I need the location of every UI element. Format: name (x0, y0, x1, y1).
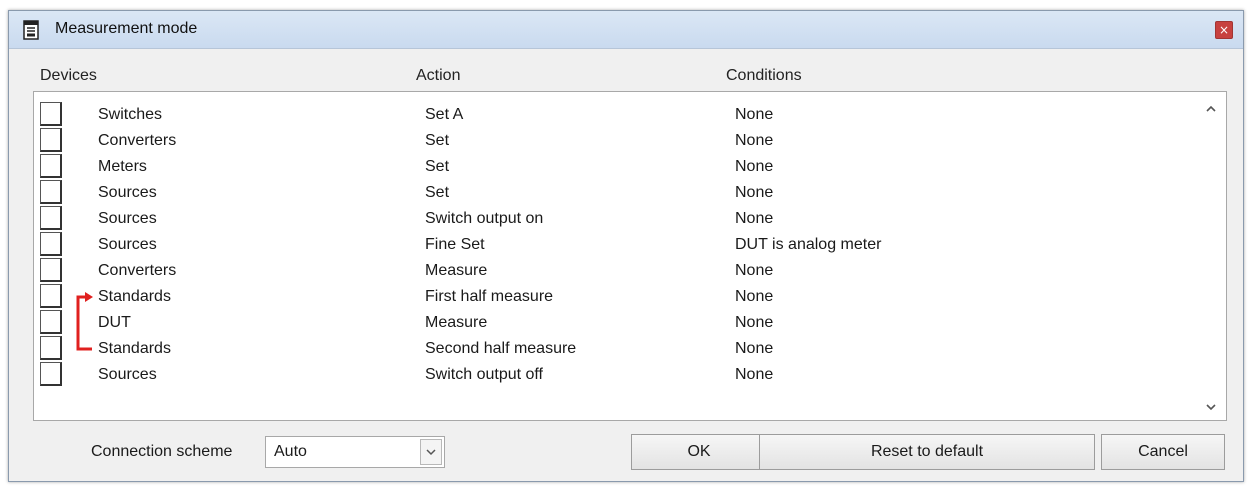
device-cell: Standards (98, 340, 171, 357)
action-cell: Measure (425, 314, 488, 331)
loop-arrow-icon (76, 292, 93, 351)
list-item[interactable]: Converters Set None (34, 128, 1204, 154)
step-checkbox[interactable] (40, 362, 62, 386)
column-header-devices[interactable]: Devices (40, 67, 97, 85)
device-cell: Switches (98, 106, 163, 123)
condition-cell: None (735, 314, 774, 331)
scroll-down-icon[interactable] (1204, 400, 1218, 414)
step-checkbox[interactable] (40, 232, 62, 256)
condition-cell: None (735, 210, 774, 227)
step-checkbox[interactable] (40, 206, 62, 230)
device-cell: Sources (98, 236, 157, 253)
column-header-action[interactable]: Action (416, 67, 460, 85)
action-cell: Set (425, 132, 450, 149)
device-cell: Sources (98, 366, 157, 383)
step-checkbox[interactable] (40, 128, 62, 152)
window-title: Measurement mode (55, 20, 198, 37)
condition-cell: None (735, 184, 774, 201)
action-cell: Second half measure (425, 340, 577, 357)
connection-scheme-select[interactable]: Auto (265, 436, 445, 468)
device-cell: Standards (98, 288, 171, 305)
device-cell: Converters (98, 132, 177, 149)
device-cell: DUT (98, 314, 131, 331)
close-button[interactable]: × (1215, 21, 1233, 39)
condition-cell: None (735, 106, 774, 123)
title-bar: Measurement mode × (9, 11, 1243, 49)
action-cell: First half measure (425, 288, 554, 305)
connection-scheme-value: Auto (274, 443, 307, 460)
chevron-down-icon (426, 449, 436, 456)
device-cell: Sources (98, 210, 157, 227)
connection-scheme-label: Connection scheme (91, 443, 233, 460)
list-item[interactable]: Converters Measure None (34, 258, 1204, 284)
reset-to-default-button[interactable]: Reset to default (759, 434, 1095, 470)
condition-cell: None (735, 340, 774, 357)
action-cell: Switch output off (425, 366, 543, 383)
device-cell: Meters (98, 158, 147, 175)
cancel-button[interactable]: Cancel (1101, 434, 1225, 470)
list-item[interactable]: Standards First half measure None (34, 284, 1204, 310)
step-checkbox[interactable] (40, 102, 62, 126)
ok-button[interactable]: OK (631, 434, 767, 470)
condition-cell: None (735, 288, 774, 305)
condition-cell: None (735, 262, 774, 279)
column-header-conditions[interactable]: Conditions (726, 67, 802, 85)
action-cell: Fine Set (425, 236, 485, 253)
list-item[interactable]: Sources Switch output on None (34, 206, 1204, 232)
scroll-up-icon[interactable] (1204, 102, 1218, 116)
list-item[interactable]: Meters Set None (34, 154, 1204, 180)
list-item[interactable]: Switches Set A None (34, 102, 1204, 128)
measurement-mode-dialog: Measurement mode × Devices Action Condit… (8, 10, 1244, 482)
step-checkbox[interactable] (40, 258, 62, 282)
step-checkbox[interactable] (40, 284, 62, 308)
device-cell: Sources (98, 184, 157, 201)
step-checkbox[interactable] (40, 180, 62, 204)
list-item[interactable]: Sources Fine Set DUT is analog meter (34, 232, 1204, 258)
step-checkbox[interactable] (40, 336, 62, 360)
action-cell: Switch output on (425, 210, 544, 227)
list-item[interactable]: Sources Switch output off None (34, 362, 1204, 388)
list-item[interactable]: DUT Measure None (34, 310, 1204, 336)
condition-cell: DUT is analog meter (735, 236, 882, 253)
measurement-steps-list[interactable]: Switches Set A None Converters Set None Meters… (33, 91, 1227, 421)
condition-cell: None (735, 366, 774, 383)
condition-cell: None (735, 158, 774, 175)
condition-cell: None (735, 132, 774, 149)
action-cell: Set (425, 184, 450, 201)
table-icon (23, 20, 39, 40)
action-cell: Set (425, 158, 450, 175)
action-cell: Set A (425, 106, 464, 123)
step-checkbox[interactable] (40, 154, 62, 178)
action-cell: Measure (425, 262, 488, 279)
device-cell: Converters (98, 262, 177, 279)
dropdown-button[interactable] (420, 439, 442, 465)
step-checkbox[interactable] (40, 310, 62, 334)
list-item[interactable]: Standards Second half measure None (34, 336, 1204, 362)
list-item[interactable]: Sources Set None (34, 180, 1204, 206)
